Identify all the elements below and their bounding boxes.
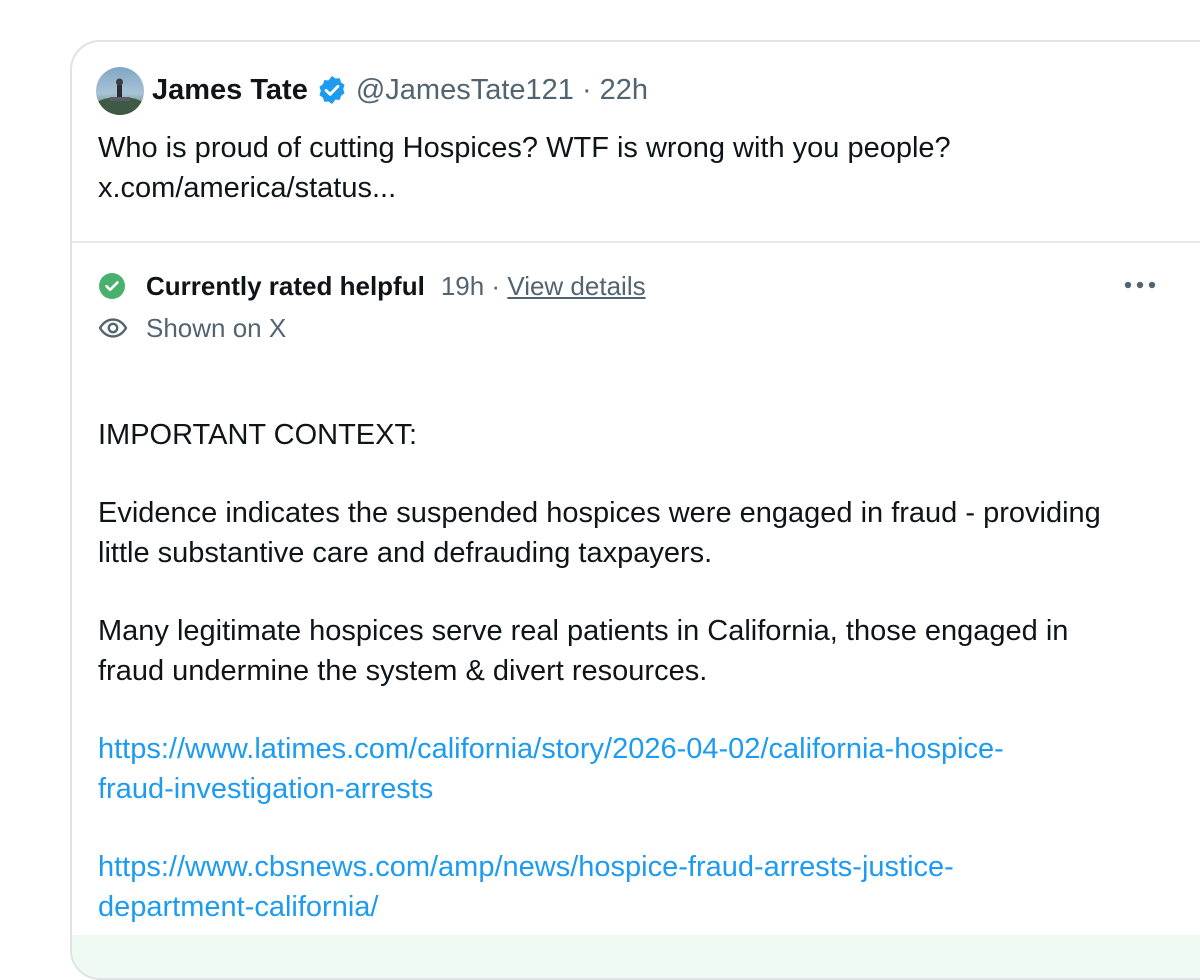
author-handle-time[interactable]: @JamesTate121 · 22h bbox=[356, 74, 648, 107]
note-footer-strip bbox=[72, 935, 1200, 978]
source-link-latimes[interactable]: https://www.latimes.com/california/story… bbox=[98, 729, 1178, 809]
verified-badge-icon bbox=[316, 74, 348, 106]
note-body: IMPORTANT CONTEXT: Evidence indicates th… bbox=[98, 415, 1178, 927]
note-paragraph-line: little substantive care and defrauding t… bbox=[98, 537, 713, 569]
check-circle-icon bbox=[98, 272, 126, 300]
note-paragraph-line: Many legitimate hospices serve real pati… bbox=[98, 615, 1069, 647]
note-paragraph-line: fraud undermine the system & divert reso… bbox=[98, 655, 708, 687]
shown-on-label: Shown on X bbox=[146, 312, 287, 343]
source-link-cbsnews[interactable]: https://www.cbsnews.com/amp/news/hospice… bbox=[98, 847, 1178, 927]
community-note: Currently rated helpful 19h · View detai… bbox=[72, 243, 1200, 978]
source-link-line[interactable]: https://www.cbsnews.com/amp/news/hospice… bbox=[98, 847, 1178, 887]
source-link-line[interactable]: https://www.latimes.com/california/story… bbox=[98, 729, 1178, 769]
avatar[interactable] bbox=[96, 67, 144, 115]
author-row: James Tate @JamesTate121 · 22h bbox=[152, 70, 648, 110]
rating-time: 19h · bbox=[440, 270, 508, 301]
author-name[interactable]: James Tate bbox=[152, 74, 308, 107]
tweet-text: Who is proud of cutting Hospices? WTF is… bbox=[98, 128, 1178, 208]
quoted-tweet[interactable]: James Tate @JamesTate121 · 22h Who is pr… bbox=[72, 42, 1200, 243]
tweet-card: James Tate @JamesTate121 · 22h Who is pr… bbox=[70, 40, 1200, 980]
source-link-line[interactable]: department-california/ bbox=[98, 887, 1178, 927]
more-dots-icon[interactable] bbox=[1120, 273, 1160, 297]
note-heading: IMPORTANT CONTEXT: bbox=[98, 419, 418, 451]
tweet-link-line[interactable]: x.com/america/status... bbox=[98, 168, 1178, 208]
source-link-line[interactable]: fraud-investigation-arrests bbox=[98, 769, 1178, 809]
rating-status: Currently rated helpful bbox=[146, 270, 425, 301]
rating-row: Currently rated helpful 19h · View detai… bbox=[98, 268, 646, 304]
eye-icon bbox=[98, 316, 128, 340]
shown-on-row: Shown on X bbox=[98, 310, 286, 346]
note-paragraph-line: Evidence indicates the suspended hospice… bbox=[98, 497, 1101, 529]
view-details-link[interactable]: View details bbox=[507, 271, 645, 302]
tweet-text-line: Who is proud of cutting Hospices? WTF is… bbox=[98, 132, 951, 164]
